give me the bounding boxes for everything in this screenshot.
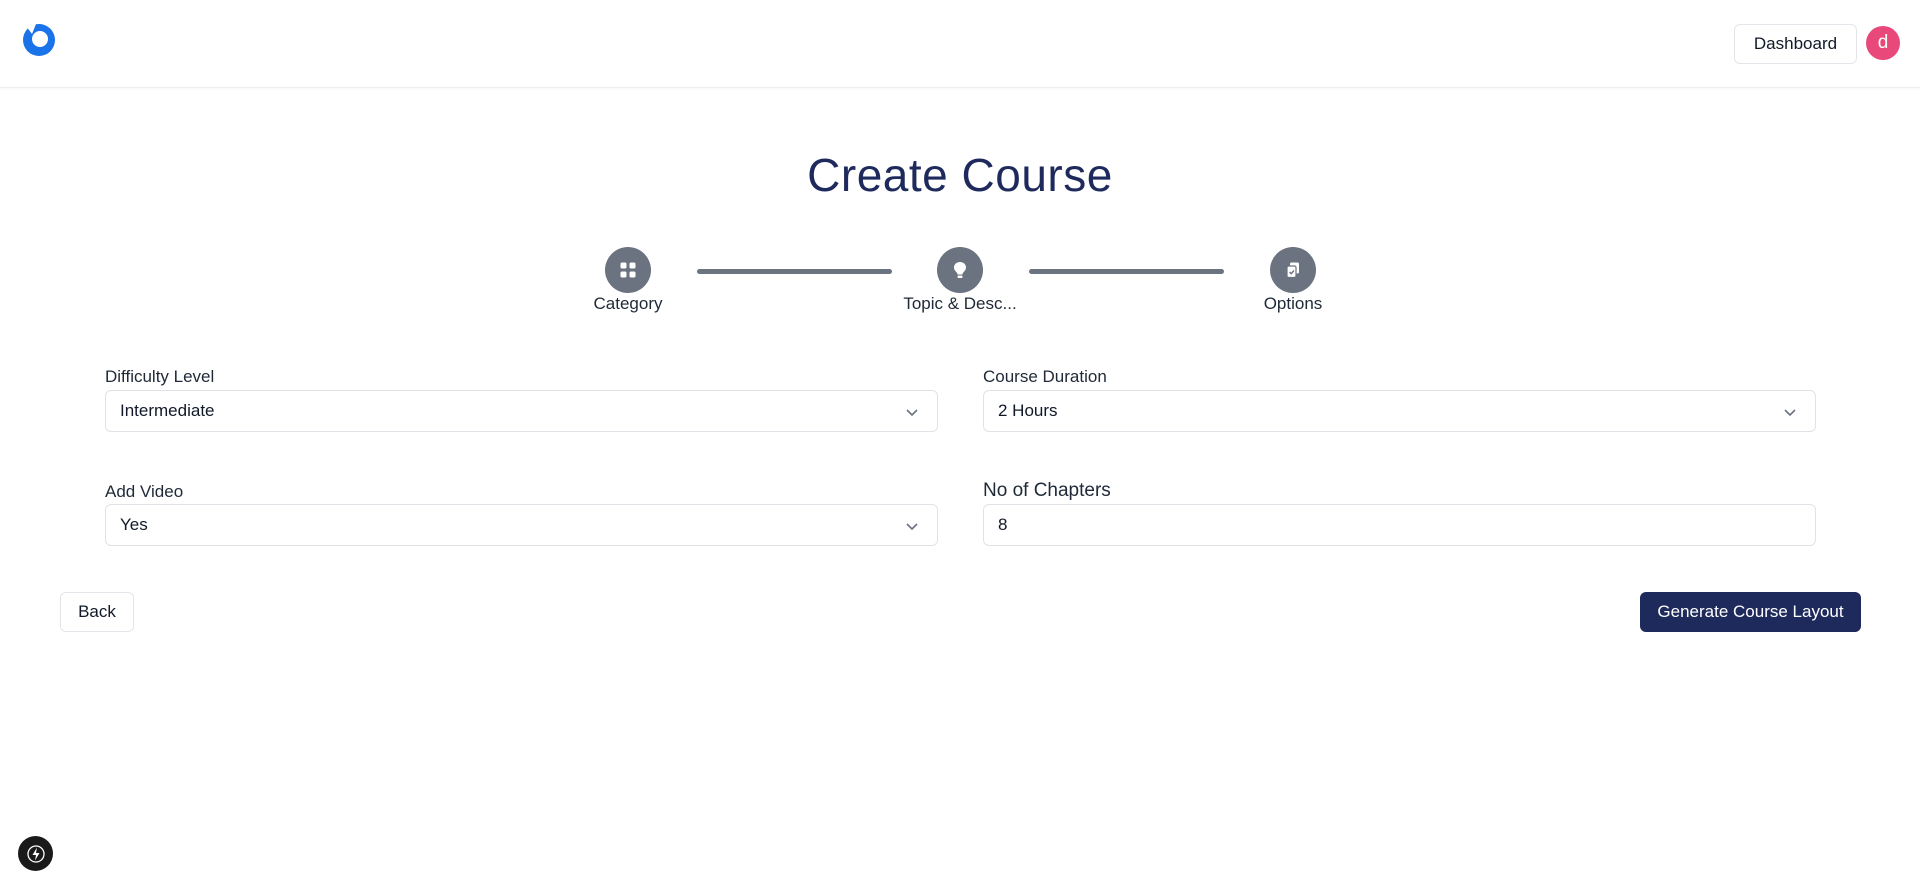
chapters-input[interactable]: 8	[983, 504, 1816, 546]
top-header: Dashboard d	[0, 0, 1920, 88]
step-topic-label: Topic & Desc...	[903, 294, 1017, 313]
video-select[interactable]: Yes	[105, 504, 938, 546]
generate-course-layout-button[interactable]: Generate Course Layout	[1640, 592, 1861, 632]
duration-value: 2 Hours	[998, 401, 1058, 420]
chevron-down-icon	[1784, 409, 1796, 417]
page-title: Create Course	[807, 149, 1113, 201]
bolt-icon[interactable]	[18, 836, 53, 871]
video-value: Yes	[120, 515, 148, 534]
step-connector	[1029, 269, 1224, 274]
chevron-down-icon	[906, 523, 918, 531]
video-label: Add Video	[105, 482, 184, 501]
grid-icon	[620, 262, 636, 278]
duration-select[interactable]: 2 Hours	[983, 390, 1816, 432]
lightbulb-icon	[954, 262, 966, 278]
step-category-label: Category	[593, 294, 663, 313]
chapters-label: No of Chapters	[983, 480, 1111, 501]
step-options-label: Options	[1263, 294, 1323, 313]
difficulty-select[interactable]: Intermediate	[105, 390, 938, 432]
difficulty-value: Intermediate	[120, 401, 215, 420]
difficulty-label: Difficulty Level	[105, 367, 215, 386]
chapters-value: 8	[998, 515, 1008, 534]
chevron-down-icon	[906, 409, 918, 417]
clipboard-icon	[1286, 262, 1299, 279]
dashboard-button[interactable]: Dashboard	[1734, 24, 1857, 64]
avatar[interactable]: d	[1866, 26, 1900, 60]
step-connector	[697, 269, 892, 274]
logo-icon[interactable]	[20, 20, 58, 58]
step-options-icon[interactable]	[1270, 247, 1316, 293]
step-topic-icon[interactable]	[937, 247, 983, 293]
step-category-icon[interactable]	[605, 247, 651, 293]
back-button[interactable]: Back	[60, 592, 134, 632]
duration-label: Course Duration	[983, 367, 1107, 386]
